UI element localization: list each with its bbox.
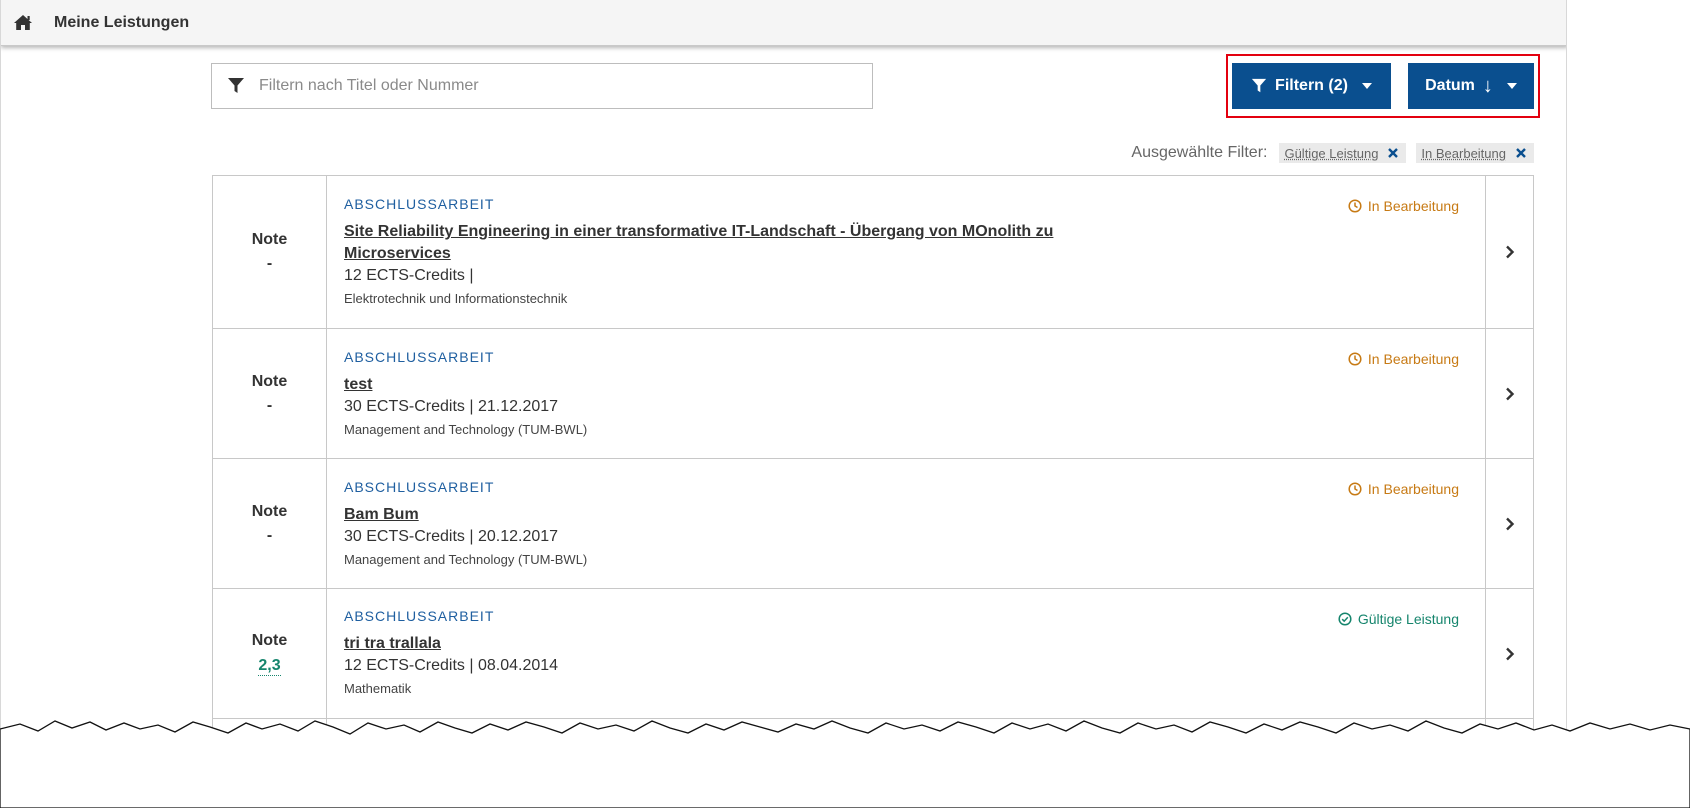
grade-cell: Note 2,3	[213, 589, 327, 718]
sort-button-label: Datum	[1425, 77, 1475, 94]
item-title-link[interactable]: test	[344, 376, 372, 393]
item-details: ABSCHLUSSARBEIT Site Reliability Enginee…	[344, 196, 1344, 309]
page: Meine Leistungen Filtern (2) Datum ↓ Aus…	[0, 0, 1567, 808]
grade-cell: Note -	[213, 329, 327, 458]
filter-icon	[227, 77, 245, 95]
item-meta: 30 ECTS-Credits | 21.12.2017	[344, 398, 559, 415]
open-item-button[interactable]	[1485, 329, 1533, 458]
selected-filters: Ausgewählte Filter: Gültige Leistung In …	[1001, 142, 1534, 164]
chevron-right-icon	[1505, 647, 1514, 660]
filter-chip-label: In Bearbeitung	[1421, 145, 1506, 161]
grade-label: Note	[251, 631, 288, 649]
chevron-down-icon	[1506, 83, 1517, 89]
open-item-button[interactable]	[1485, 176, 1533, 328]
check-circle-icon	[1338, 612, 1352, 626]
status-badge: Gültige Leistung	[1338, 611, 1459, 627]
item-meta: 12 ECTS-Credits | 08.04.2014	[344, 657, 559, 674]
item-details: ABSCHLUSSARBEIT tri tra trallala 12 ECTS…	[344, 608, 1344, 699]
filter-icon	[1251, 78, 1267, 93]
item-meta: 30 ECTS-Credits | 20.12.2017	[344, 528, 559, 545]
search-box[interactable]	[211, 63, 873, 109]
status-text: In Bearbeitung	[1367, 198, 1459, 214]
remove-filter-icon[interactable]	[1388, 148, 1399, 158]
home-icon	[14, 15, 32, 30]
clock-icon	[1348, 482, 1362, 496]
sort-direction-icon: ↓	[1482, 74, 1493, 97]
grade-value: 2,3	[258, 656, 281, 676]
grade-label: Note	[251, 231, 288, 248]
grade-cell: Note -	[213, 459, 327, 588]
list-item[interactable]: Note - ABSCHLUSSARBEIT test 30 ECTS-Cred…	[212, 329, 1534, 459]
item-meta: 12 ECTS-Credits |	[344, 267, 474, 284]
grade-cell: Note -	[213, 176, 327, 328]
clock-icon	[1348, 199, 1362, 213]
item-title-line: Microservices	[344, 245, 451, 262]
filter-button-label: Filtern (2)	[1275, 77, 1348, 94]
item-type: ABSCHLUSSARBEIT	[344, 608, 495, 624]
chevron-down-icon	[1361, 83, 1372, 89]
list-item[interactable]: Note - ABSCHLUSSARBEIT Bam Bum 30 ECTS-C…	[212, 459, 1534, 589]
sort-button[interactable]: Datum ↓	[1408, 63, 1534, 109]
grade-label: Note	[251, 372, 288, 390]
status-text: Gültige Leistung	[1357, 611, 1459, 627]
item-department: Management and Technology (TUM-BWL)	[344, 552, 588, 567]
achievement-list: Note - ABSCHLUSSARBEIT Site Reliability …	[212, 175, 1534, 808]
filter-chip-in-progress: In Bearbeitung	[1416, 143, 1534, 163]
status-badge: In Bearbeitung	[1348, 481, 1459, 497]
item-department: Mathematik	[344, 681, 412, 696]
search-input[interactable]	[259, 77, 849, 95]
open-item-button[interactable]	[1485, 459, 1533, 588]
status-badge: In Bearbeitung	[1348, 198, 1459, 214]
item-title-link[interactable]: Site Reliability Engineering in einer tr…	[344, 221, 1084, 265]
status-badge: In Bearbeitung	[1348, 351, 1459, 367]
filter-button[interactable]: Filtern (2)	[1232, 63, 1391, 109]
open-item-button[interactable]	[1485, 589, 1533, 718]
filter-chip-valid: Gültige Leistung	[1279, 143, 1407, 163]
list-item[interactable]: Note - ABSCHLUSSARBEIT Site Reliability …	[212, 176, 1534, 329]
item-title-line: Site Reliability Engineering in einer tr…	[344, 223, 1054, 240]
home-button[interactable]	[1, 0, 45, 46]
clock-icon	[1348, 352, 1362, 366]
selected-filters-label: Ausgewählte Filter:	[1131, 144, 1268, 161]
page-title: Meine Leistungen	[54, 13, 190, 31]
topbar: Meine Leistungen	[1, 0, 1566, 46]
chevron-right-icon	[1505, 517, 1514, 530]
chevron-right-icon	[1505, 387, 1514, 400]
item-title-link[interactable]: Bam Bum	[344, 506, 419, 523]
item-department: Management and Technology (TUM-BWL)	[344, 422, 588, 437]
chevron-right-icon	[1505, 245, 1514, 259]
item-department: Elektrotechnik und Informationstechnik	[344, 291, 568, 306]
item-type: ABSCHLUSSARBEIT	[344, 196, 495, 212]
item-details: ABSCHLUSSARBEIT test 30 ECTS-Credits | 2…	[344, 349, 1344, 440]
item-details: ABSCHLUSSARBEIT Bam Bum 30 ECTS-Credits …	[344, 479, 1344, 570]
filter-chip-label: Gültige Leistung	[1284, 145, 1379, 161]
status-text: In Bearbeitung	[1367, 351, 1459, 367]
remove-filter-icon[interactable]	[1516, 148, 1526, 158]
item-type: ABSCHLUSSARBEIT	[344, 349, 495, 365]
grade-label: Note	[251, 502, 288, 520]
grade-value: -	[266, 526, 273, 544]
status-text: In Bearbeitung	[1367, 481, 1459, 497]
grade-value: -	[266, 255, 273, 272]
torn-edge-decoration	[0, 720, 1690, 808]
item-type: ABSCHLUSSARBEIT	[344, 479, 495, 495]
grade-value: -	[266, 396, 273, 414]
item-title-link[interactable]: tri tra trallala	[344, 635, 441, 652]
list-item[interactable]: Note 2,3 ABSCHLUSSARBEIT tri tra trallal…	[212, 589, 1534, 719]
